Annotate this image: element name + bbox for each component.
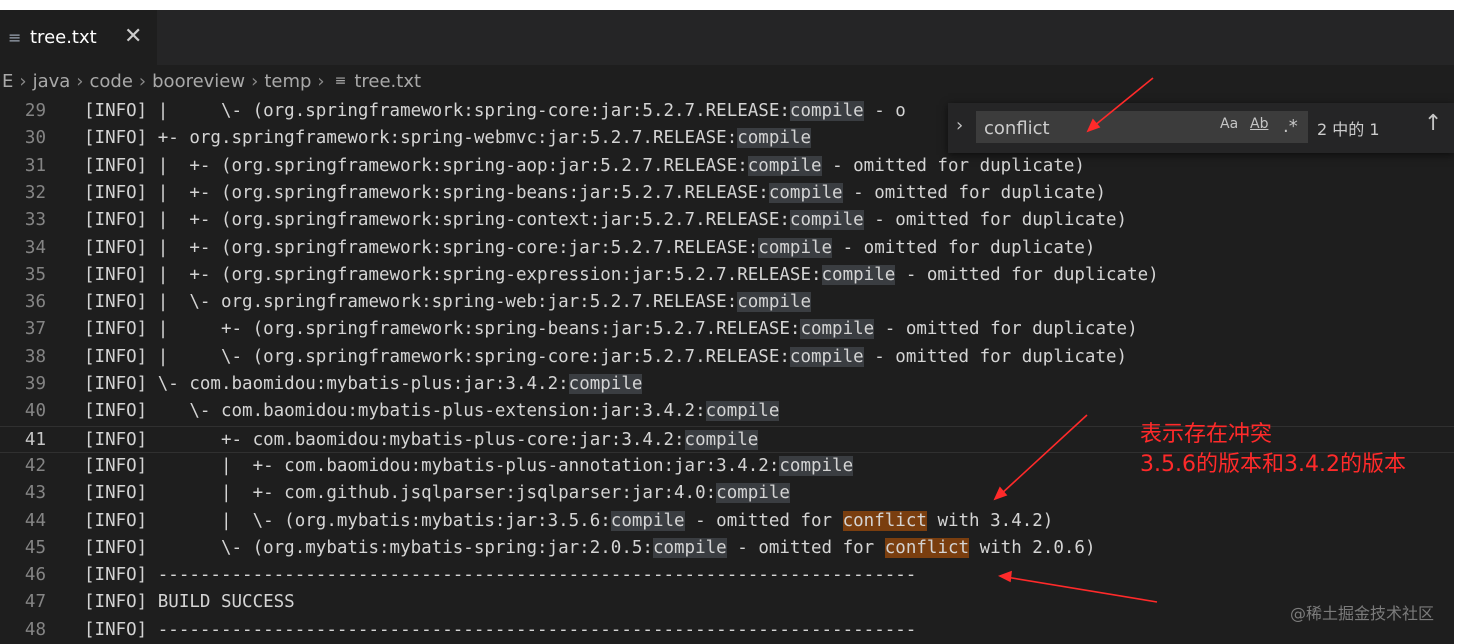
annotation-arrows bbox=[0, 10, 1454, 644]
arrow-to-find-input bbox=[1094, 78, 1153, 126]
annotation-note: 表示存在冲突 3.5.6的版本和3.4.2的版本 bbox=[1140, 420, 1406, 480]
editor-window: ≡ tree.txt ✕ E › java › code › booreview… bbox=[0, 10, 1454, 644]
arrow-to-second-conflict bbox=[1006, 577, 1157, 602]
watermark: @稀土掘金技术社区 bbox=[1290, 600, 1434, 624]
arrow-to-conflict-line bbox=[1000, 415, 1087, 495]
